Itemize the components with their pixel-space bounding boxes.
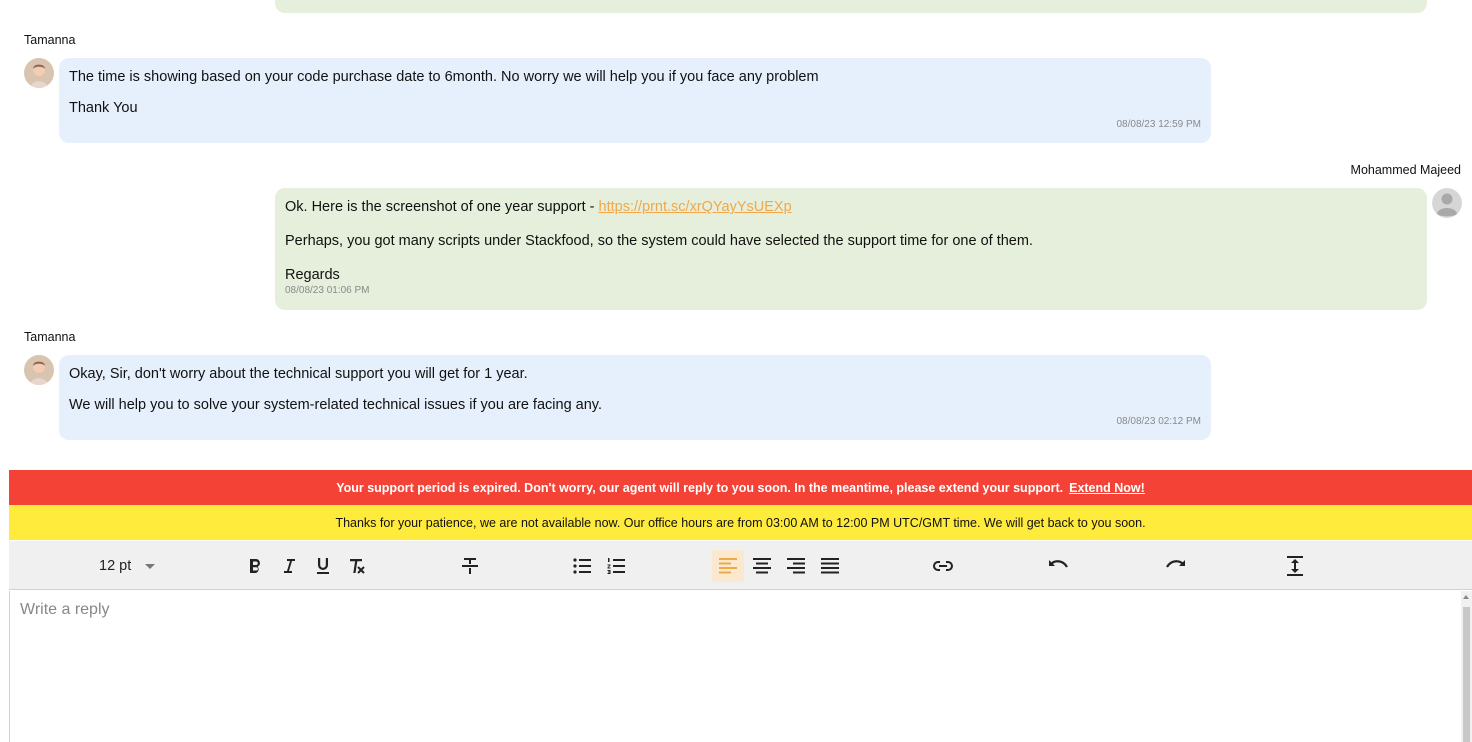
- undo-button[interactable]: [1042, 550, 1074, 582]
- scroll-up-icon[interactable]: [1463, 595, 1469, 599]
- agent-message-bubble: The time is showing based on your code p…: [59, 58, 1211, 143]
- italic-button[interactable]: [273, 550, 305, 582]
- support-expired-banner: Your support period is expired. Don't wo…: [9, 470, 1472, 505]
- agent-avatar: [24, 58, 54, 88]
- ticket-conversation-page: Tamanna The time is showing based on you…: [0, 0, 1472, 742]
- support-expired-text: Your support period is expired. Don't wo…: [336, 480, 1064, 495]
- agent-avatar: [24, 355, 54, 385]
- align-justify-icon: [821, 558, 839, 574]
- extend-now-link[interactable]: Extend Now!: [1069, 481, 1145, 495]
- message-text: The time is showing based on your code p…: [69, 69, 819, 85]
- bold-icon: [250, 559, 260, 573]
- message-text: Thank You: [69, 100, 138, 116]
- message-timestamp: 08/08/23 01:06 PM: [285, 285, 370, 296]
- editor-scrollbar[interactable]: [1461, 591, 1472, 742]
- insert-link-button[interactable]: [927, 550, 959, 582]
- align-left-icon: [719, 558, 737, 574]
- underline-button[interactable]: [307, 550, 339, 582]
- redo-icon: [1166, 560, 1185, 568]
- font-size-select[interactable]: 12 pt: [99, 550, 156, 582]
- message-sender: Tamanna: [24, 330, 76, 344]
- underline-icon: [317, 558, 329, 574]
- bullet-list-button[interactable]: [566, 550, 598, 582]
- office-hours-text: Thanks for your patience, we are not ava…: [335, 515, 1146, 530]
- message-text: Okay, Sir, don't worry about the technic…: [69, 366, 528, 382]
- strikethrough-icon: [462, 558, 478, 574]
- previous-message-bubble: [275, 0, 1427, 13]
- message-timestamp: 08/08/23 02:12 PM: [1116, 416, 1201, 427]
- clear-format-button[interactable]: [341, 550, 373, 582]
- reply-editor[interactable]: Write a reply: [9, 591, 1461, 742]
- office-hours-banner: Thanks for your patience, we are not ava…: [9, 505, 1472, 540]
- line-height-icon: [1287, 556, 1303, 576]
- align-center-icon: [753, 558, 771, 574]
- bullet-list-icon: [573, 558, 591, 574]
- clear-format-icon: [350, 559, 365, 574]
- screenshot-link[interactable]: https://prnt.sc/xrQYayYsUEXp: [599, 199, 792, 215]
- editor-toolbar: 12 pt: [9, 541, 1472, 590]
- bold-button[interactable]: [239, 550, 271, 582]
- scrollbar-thumb[interactable]: [1463, 607, 1470, 742]
- message-text: We will help you to solve your system-re…: [69, 397, 602, 413]
- redo-button[interactable]: [1160, 550, 1192, 582]
- chevron-down-icon: [145, 563, 156, 569]
- align-right-icon: [787, 558, 805, 574]
- message-sender: Mohammed Majeed: [1350, 163, 1461, 177]
- strikethrough-button[interactable]: [454, 550, 486, 582]
- align-left-button[interactable]: [712, 550, 744, 582]
- agent-message-bubble: Okay, Sir, don't worry about the technic…: [59, 355, 1211, 440]
- message-sender: Tamanna: [24, 33, 76, 47]
- line-height-button[interactable]: [1279, 550, 1311, 582]
- user-message-bubble: Ok. Here is the screenshot of one year s…: [275, 188, 1427, 310]
- align-center-button[interactable]: [746, 550, 778, 582]
- font-size-value: 12 pt: [99, 558, 132, 574]
- numbered-list-icon: [607, 558, 625, 574]
- numbered-list-button[interactable]: [600, 550, 632, 582]
- align-justify-button[interactable]: [814, 550, 846, 582]
- message-text: Ok. Here is the screenshot of one year s…: [285, 198, 1417, 217]
- link-icon: [933, 561, 953, 571]
- italic-icon: [284, 559, 295, 573]
- align-right-button[interactable]: [780, 550, 812, 582]
- message-text: Regards: [285, 267, 340, 283]
- undo-icon: [1049, 560, 1068, 568]
- reply-placeholder: Write a reply: [20, 601, 110, 618]
- user-avatar: [1432, 188, 1462, 218]
- message-text-prefix: Ok. Here is the screenshot of one year s…: [285, 199, 599, 215]
- message-text: Perhaps, you got many scripts under Stac…: [285, 233, 1033, 249]
- message-timestamp: 08/08/23 12:59 PM: [1116, 119, 1201, 130]
